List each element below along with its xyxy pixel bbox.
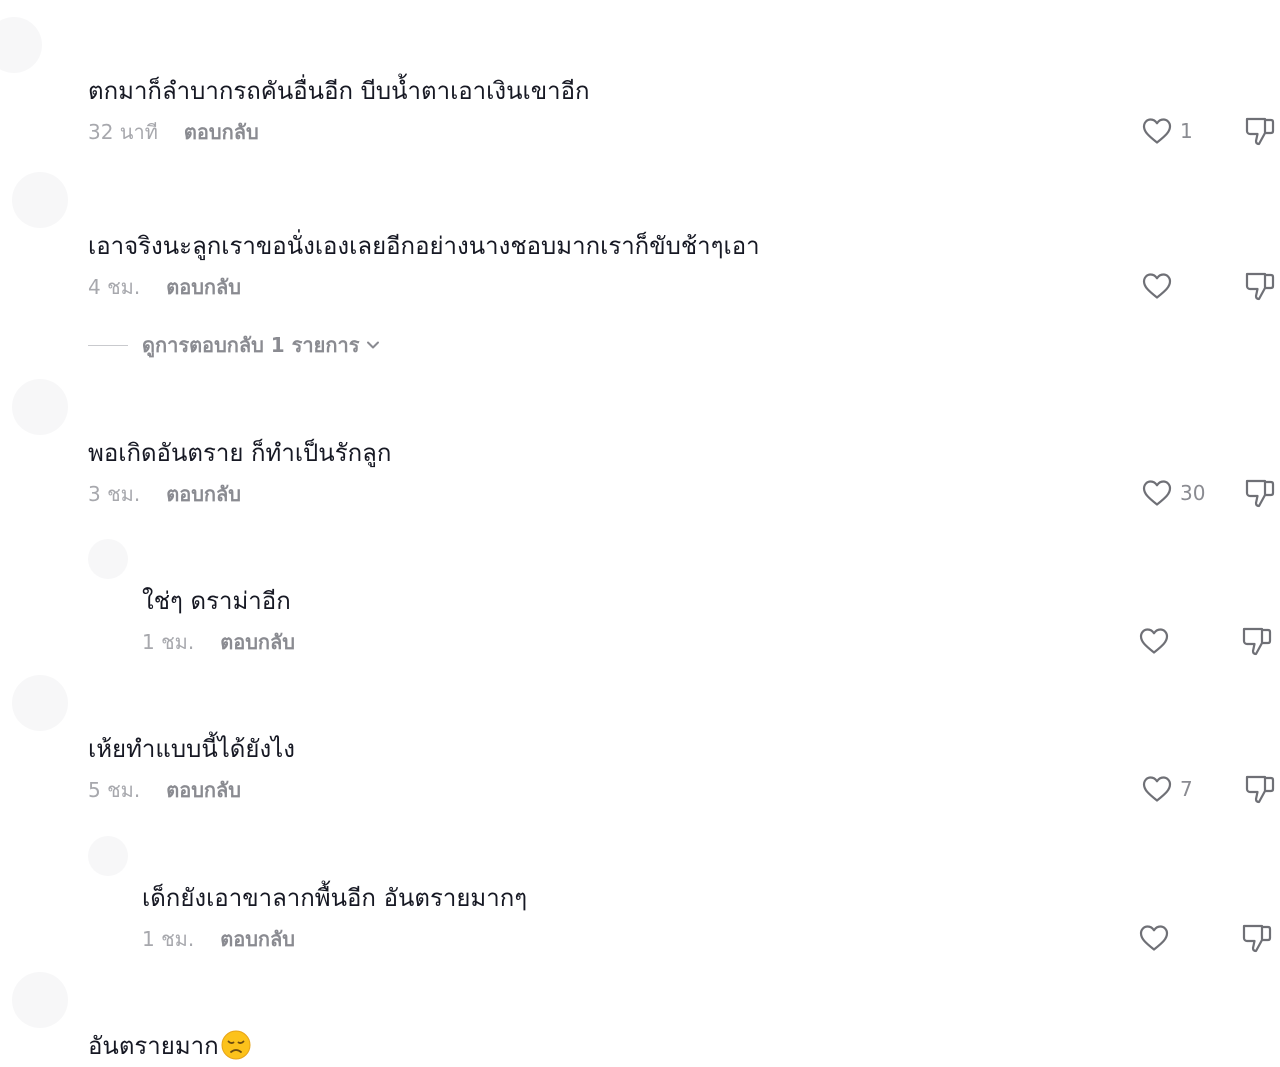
avatar[interactable] bbox=[12, 675, 68, 731]
comment-meta: 5 ชม. ตอบกลับ bbox=[88, 777, 241, 803]
dislike-button[interactable] bbox=[1244, 773, 1276, 805]
thumbs-down-outline-icon bbox=[1245, 117, 1275, 146]
thumbs-down-outline-icon bbox=[1245, 272, 1275, 301]
heart-outline-icon bbox=[1142, 273, 1172, 299]
like-button[interactable]: 1 bbox=[1142, 115, 1193, 147]
like-button[interactable] bbox=[1142, 270, 1180, 302]
comment-meta: 32 นาที ตอบกลับ bbox=[88, 119, 259, 145]
reply-button[interactable]: ตอบกลับ bbox=[166, 778, 241, 802]
like-count: 30 bbox=[1180, 481, 1206, 505]
reply-button[interactable]: ตอบกลับ bbox=[166, 275, 241, 299]
reply-button[interactable]: ตอบกลับ bbox=[220, 630, 295, 654]
like-count: 1 bbox=[1180, 119, 1193, 143]
comment-meta: 1 ชม. ตอบกลับ bbox=[142, 926, 295, 952]
comment-time: 1 ชม. bbox=[142, 927, 195, 951]
comment-text: ตกมาก็ลำบากรถคันอื่นอีก บีบน้ำตาเอาเงินเ… bbox=[88, 77, 590, 105]
avatar[interactable] bbox=[12, 379, 68, 435]
reply-button[interactable]: ตอบกลับ bbox=[184, 120, 259, 144]
like-button[interactable]: 30 bbox=[1142, 477, 1205, 509]
comment-text: เด็กยังเอาขาลากพื้นอีก อันตรายมากๆ bbox=[142, 884, 528, 912]
thumbs-down-outline-icon bbox=[1245, 775, 1275, 804]
comment-meta: 3 ชม. ตอบกลับ bbox=[88, 481, 241, 507]
heart-outline-icon bbox=[1142, 480, 1172, 506]
avatar[interactable] bbox=[88, 836, 128, 876]
comment-time: 32 นาที bbox=[88, 120, 158, 144]
dislike-button[interactable] bbox=[1244, 477, 1276, 509]
disappointed-face-emoji bbox=[221, 1030, 251, 1060]
avatar[interactable] bbox=[88, 539, 128, 579]
comment-text: เห้ยทำแบบนี้ได้ยังไง bbox=[88, 735, 295, 763]
chevron-down-icon bbox=[367, 341, 380, 349]
comment-meta: 4 ชม. ตอบกลับ bbox=[88, 274, 241, 300]
dislike-button[interactable] bbox=[1244, 270, 1276, 302]
heart-outline-icon bbox=[1139, 925, 1169, 951]
avatar[interactable] bbox=[12, 972, 68, 1028]
reply-button[interactable]: ตอบกลับ bbox=[220, 927, 295, 951]
heart-outline-icon bbox=[1142, 776, 1172, 802]
dislike-button[interactable] bbox=[1241, 625, 1273, 657]
comment-text: อันตรายมาก bbox=[88, 1030, 251, 1062]
comment-text: ใช่ๆ ดราม่าอีก bbox=[142, 587, 291, 615]
thumbs-down-outline-icon bbox=[1242, 627, 1272, 656]
comment-time: 4 ชม. bbox=[88, 275, 141, 299]
dislike-button[interactable] bbox=[1241, 922, 1273, 954]
view-replies-label: ดูการตอบกลับ 1 รายการ bbox=[142, 333, 360, 357]
like-button[interactable] bbox=[1139, 625, 1177, 657]
comment-meta: 1 ชม. ตอบกลับ bbox=[142, 629, 295, 655]
comment-time: 5 ชม. bbox=[88, 778, 141, 802]
thumbs-down-outline-icon bbox=[1242, 924, 1272, 953]
heart-outline-icon bbox=[1139, 628, 1169, 654]
view-replies-button[interactable]: ดูการตอบกลับ 1 รายการ bbox=[88, 330, 381, 360]
like-button[interactable] bbox=[1139, 922, 1177, 954]
like-button[interactable]: 7 bbox=[1142, 773, 1193, 805]
avatar[interactable] bbox=[0, 17, 42, 73]
comment-text-content: อันตรายมาก bbox=[88, 1032, 219, 1060]
thumbs-down-outline-icon bbox=[1245, 479, 1275, 508]
reply-button[interactable]: ตอบกลับ bbox=[166, 482, 241, 506]
comment-time: 1 ชม. bbox=[142, 630, 195, 654]
comment-time: 3 ชม. bbox=[88, 482, 141, 506]
like-count: 7 bbox=[1180, 777, 1193, 801]
divider-line bbox=[88, 344, 128, 346]
comment-text: เอาจริงนะลูกเราขอนั่งเองเลยอีกอย่างนางชอ… bbox=[88, 232, 760, 260]
comment-text: พอเกิดอันตราย ก็ทำเป็นรักลูก bbox=[88, 439, 392, 467]
avatar[interactable] bbox=[12, 172, 68, 228]
heart-outline-icon bbox=[1142, 118, 1172, 144]
dislike-button[interactable] bbox=[1244, 115, 1276, 147]
